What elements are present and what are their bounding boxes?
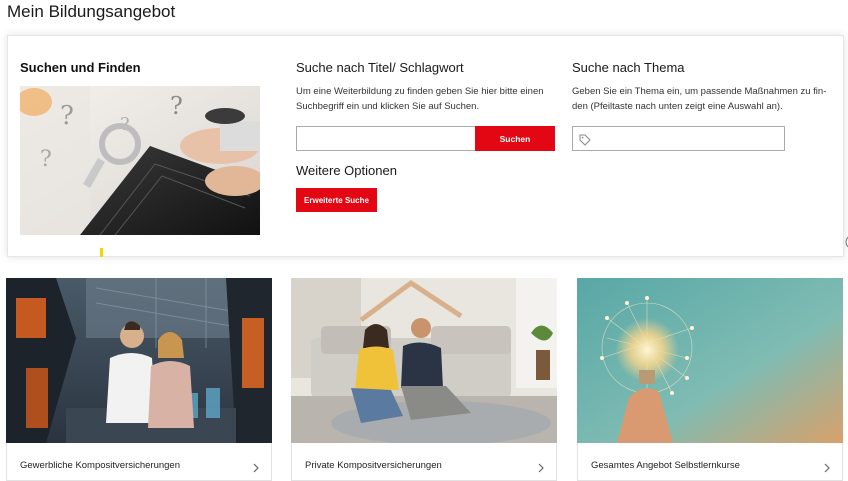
scroll-edge-indicator <box>845 236 848 248</box>
topic-search-title: Suche nach Thema <box>572 60 685 75</box>
chevron-right-icon <box>251 460 261 473</box>
card-footer: Gewerbliche Kompositversicherungen <box>6 443 272 481</box>
card-label: Private Kompositversicherungen <box>305 460 442 471</box>
card-image-lightbulb <box>577 278 843 443</box>
more-options-title: Weitere Optionen <box>296 163 397 178</box>
keyword-search-input[interactable] <box>296 126 476 151</box>
chevron-right-icon <box>536 460 546 473</box>
category-card[interactable]: Gesamtes Angebot Selbstlernkurse <box>577 278 843 481</box>
card-image-home <box>291 278 557 443</box>
card-label: Gesamtes Angebot Selbstlernkurse <box>591 460 740 471</box>
hero-image: ? ? ? ? <box>20 86 260 235</box>
advanced-search-button[interactable]: Erweiterte Suche <box>296 188 377 212</box>
card-footer: Private Kompositversicherungen <box>291 443 557 481</box>
intro-title: Suchen und Finden <box>20 60 141 75</box>
tag-icon <box>579 133 591 146</box>
chevron-right-icon <box>822 460 832 473</box>
category-card[interactable]: Gewerbliche Kompositversicherungen <box>6 278 272 481</box>
highlight-marker <box>100 248 103 257</box>
search-button[interactable]: Suchen <box>475 126 555 151</box>
page-title: Mein Bildungsangebot <box>7 2 176 21</box>
category-card[interactable]: Private Kompositversicherungen <box>291 278 557 481</box>
topic-search-description: Geben Sie ein Thema ein, um passende Maß… <box>572 86 827 112</box>
search-panel: Suchen und Finden ? ? ? ? Suche nach Tit… <box>7 35 844 257</box>
svg-text:?: ? <box>60 101 74 131</box>
svg-text:?: ? <box>170 92 183 120</box>
svg-text:?: ? <box>40 147 52 172</box>
card-footer: Gesamtes Angebot Selbstlernkurse <box>577 443 843 481</box>
keyword-search-title: Suche nach Titel/ Schlagwort <box>296 60 464 75</box>
card-image-industry <box>6 278 272 443</box>
topic-search-input[interactable] <box>572 126 785 151</box>
keyword-search-description: Um eine Weiterbildung zu finden geben Si… <box>296 86 544 112</box>
card-label: Gewerbliche Kompositversicherungen <box>20 460 180 471</box>
